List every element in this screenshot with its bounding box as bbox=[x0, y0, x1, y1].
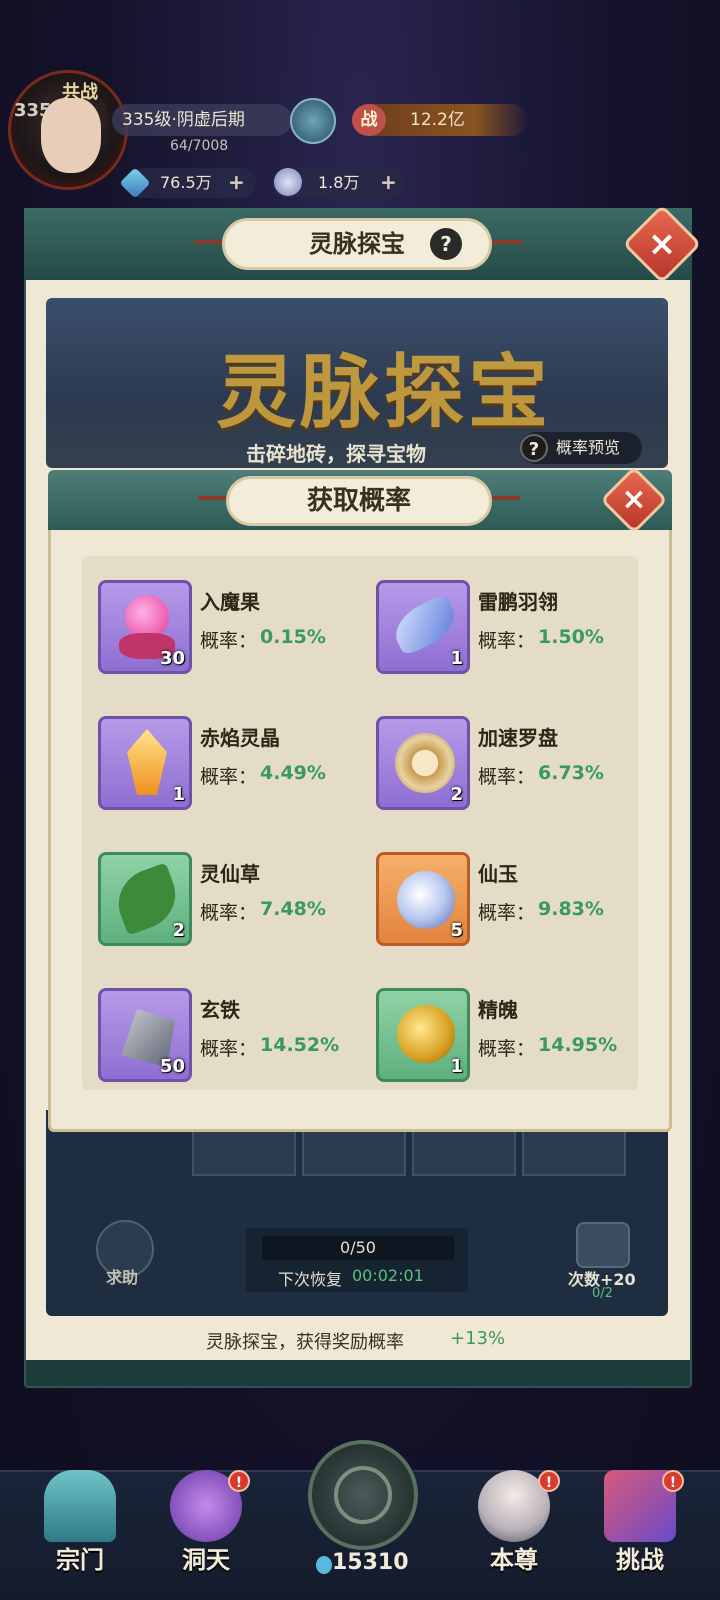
close-icon: × bbox=[621, 482, 647, 517]
rate-value: 4.49% bbox=[260, 762, 326, 784]
item-name: 入魔果 bbox=[200, 590, 260, 614]
rate-label: 概率： bbox=[200, 1038, 258, 1060]
rate-label: 概率： bbox=[478, 766, 536, 788]
probability-list: 30 入魔果 概率： 0.15% 1 雷鹏羽翎 概率： 1.50% 1 赤焰灵晶… bbox=[82, 556, 638, 1090]
notification-badge: ! bbox=[538, 1470, 560, 1492]
bonus-value: +13% bbox=[450, 1328, 506, 1349]
notification-badge: ! bbox=[662, 1470, 684, 1492]
water-drop-icon bbox=[316, 1556, 332, 1574]
rate-value: 9.83% bbox=[538, 898, 604, 920]
crystal-icon bbox=[127, 729, 167, 795]
notification-badge: ! bbox=[228, 1470, 250, 1492]
item-icon-frame[interactable]: 2 bbox=[376, 716, 470, 810]
combat-power-icon: 战 bbox=[352, 104, 386, 136]
extra-attempts-count: 0/2 bbox=[592, 1286, 613, 1301]
exp-progress: 64/7008 bbox=[170, 138, 229, 154]
item-count: 1 bbox=[450, 648, 463, 669]
nav-label-challenge: 挑战 bbox=[616, 1545, 664, 1574]
rate-value: 0.15% bbox=[260, 626, 326, 648]
item-icon-frame[interactable]: 1 bbox=[98, 716, 192, 810]
item-icon-frame[interactable]: 30 bbox=[98, 580, 192, 674]
spirit-orb-icon bbox=[397, 1005, 455, 1063]
nav-label-character: 本尊 bbox=[490, 1545, 538, 1574]
item-name: 仙玉 bbox=[478, 862, 518, 886]
item-count: 50 bbox=[159, 1056, 185, 1077]
center-count: 15310 bbox=[332, 1550, 409, 1575]
item-count: 1 bbox=[172, 784, 185, 805]
rate-value: 6.73% bbox=[538, 762, 604, 784]
rate-value: 7.48% bbox=[260, 898, 326, 920]
close-icon: × bbox=[647, 224, 677, 264]
currency-value-1: 76.5万 bbox=[160, 173, 212, 192]
ask-help-label: 求助 bbox=[106, 1268, 139, 1287]
item-name: 赤焰灵晶 bbox=[200, 726, 280, 750]
item-count: 2 bbox=[450, 784, 463, 805]
modal-title: 获取概率 bbox=[226, 476, 492, 526]
rate-label: 概率： bbox=[200, 902, 258, 924]
swirl-coin-icon bbox=[274, 168, 302, 196]
rate-label: 概率： bbox=[478, 630, 536, 652]
item-icon-frame[interactable]: 1 bbox=[376, 988, 470, 1082]
help-icon[interactable]: ? bbox=[430, 228, 462, 260]
add-currency-2-button[interactable]: + bbox=[380, 168, 397, 196]
item-name: 加速罗盘 bbox=[478, 726, 558, 750]
item-count: 5 bbox=[450, 920, 463, 941]
item-name: 玄铁 bbox=[200, 998, 240, 1022]
item-icon-frame[interactable]: 2 bbox=[98, 852, 192, 946]
nav-label-grotto: 洞天 bbox=[182, 1545, 230, 1574]
item-name: 雷鹏羽翎 bbox=[478, 590, 558, 614]
sect-gate-icon bbox=[44, 1470, 116, 1542]
rate-label: 概率： bbox=[200, 630, 258, 652]
banner-title: 灵脉探宝 bbox=[216, 345, 552, 439]
item-icon-frame[interactable]: 50 bbox=[98, 988, 192, 1082]
rate-label: 概率： bbox=[478, 1038, 536, 1060]
add-currency-1-button[interactable]: + bbox=[228, 168, 245, 196]
banner-subtitle: 击碎地砖，探寻宝物 bbox=[246, 442, 426, 466]
rate-value: 1.50% bbox=[538, 626, 604, 648]
realm-label: 335级·阴虚后期 bbox=[112, 104, 292, 136]
jade-icon bbox=[397, 871, 455, 929]
video-ad-icon[interactable] bbox=[576, 1222, 630, 1268]
attempts-counter: 0/50 bbox=[262, 1236, 454, 1260]
item-icon-frame[interactable]: 1 bbox=[376, 580, 470, 674]
currency-value-2: 1.8万 bbox=[318, 173, 360, 192]
rate-value: 14.52% bbox=[260, 1034, 340, 1056]
recover-label: 下次恢复 bbox=[278, 1270, 343, 1289]
item-count: 2 bbox=[172, 920, 185, 941]
rate-label: 概率： bbox=[478, 902, 536, 924]
question-icon: ? bbox=[520, 434, 548, 462]
bonus-note: 灵脉探宝，获得奖励概率 bbox=[206, 1332, 404, 1353]
item-count: 30 bbox=[159, 648, 185, 669]
main-title-text: 灵脉探宝 bbox=[309, 229, 405, 258]
player-level: 335 bbox=[14, 100, 52, 121]
combat-power-value: 12.2亿 bbox=[410, 110, 465, 130]
item-name: 灵仙草 bbox=[200, 862, 260, 886]
title-tag: 共战 bbox=[62, 82, 98, 103]
rate-value: 14.95% bbox=[538, 1034, 618, 1056]
preview-label: 概率预览 bbox=[556, 438, 621, 457]
nav-label-sect: 宗门 bbox=[56, 1545, 104, 1574]
treasure-badge-icon[interactable] bbox=[290, 98, 336, 144]
item-count: 1 bbox=[450, 1056, 463, 1077]
item-name: 精魄 bbox=[478, 998, 518, 1022]
rate-label: 概率： bbox=[200, 766, 258, 788]
item-icon-frame[interactable]: 5 bbox=[376, 852, 470, 946]
center-ring-icon bbox=[334, 1466, 392, 1524]
compass-icon bbox=[395, 733, 455, 793]
recover-timer: 00:02:01 bbox=[352, 1266, 424, 1285]
modal-title-text: 获取概率 bbox=[306, 486, 411, 516]
